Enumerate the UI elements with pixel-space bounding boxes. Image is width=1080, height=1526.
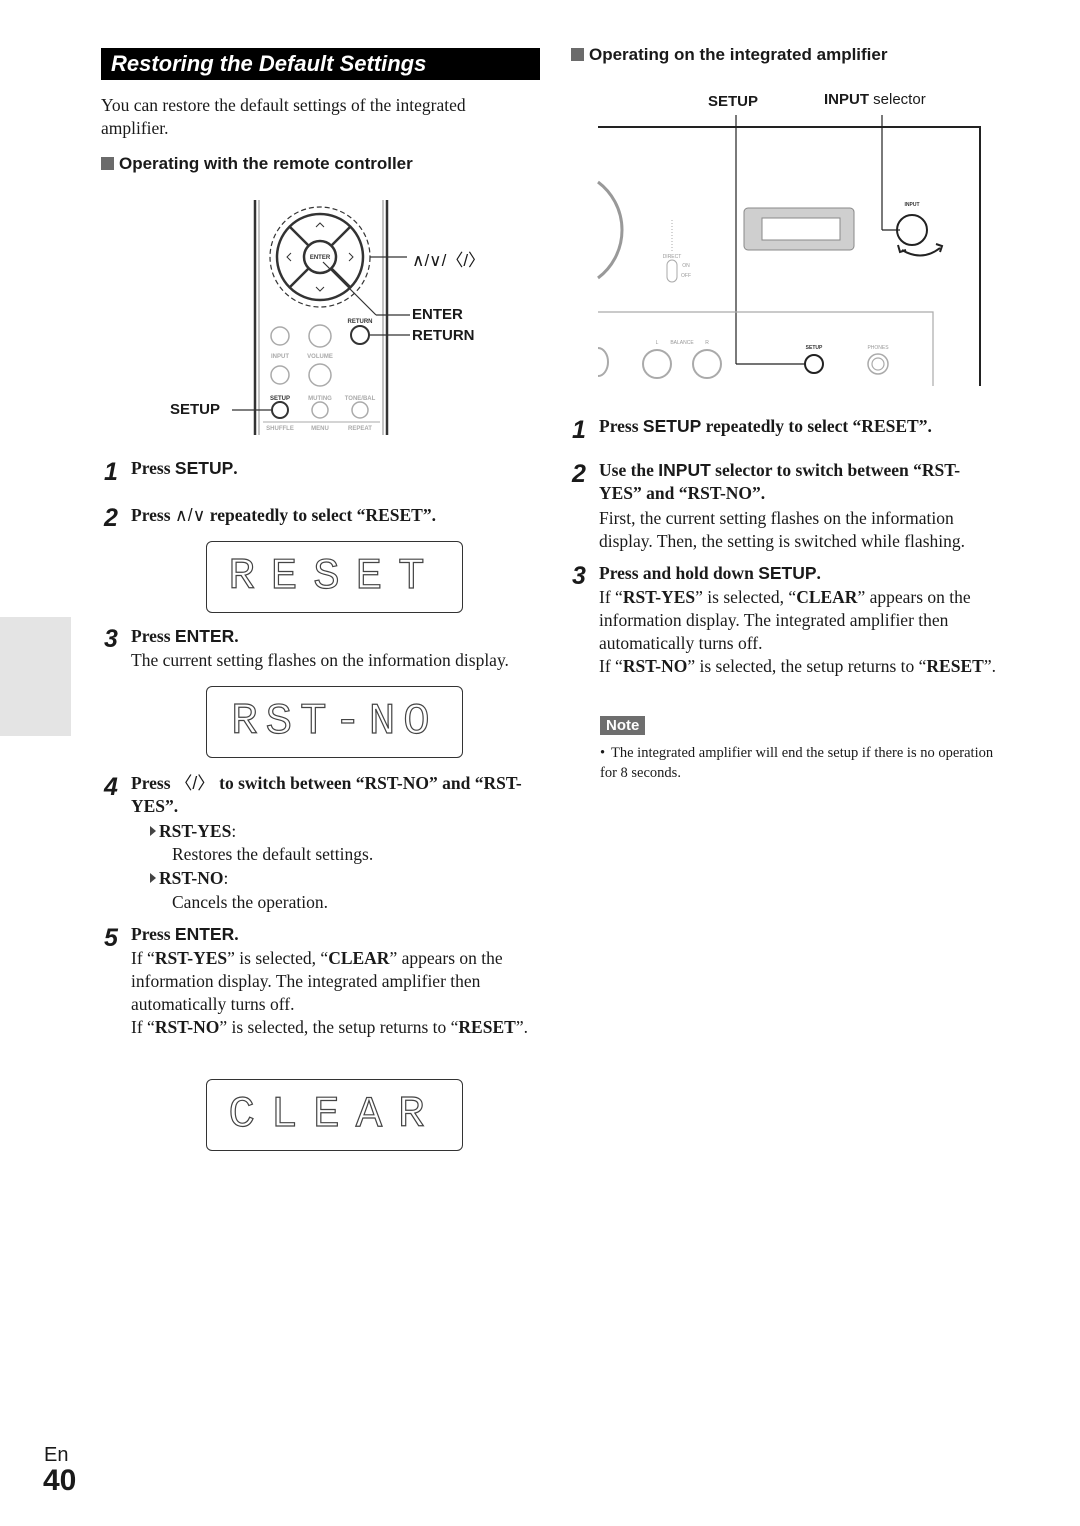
remote-step-1: Press SETUP.: [131, 458, 238, 478]
page-number: 40: [43, 1464, 77, 1497]
remote-step-5: Press ENTER.: [131, 924, 239, 944]
note-badge: Note: [600, 716, 646, 735]
amp-front-panel-illustration: INPUT DIRECT ON OFF L BALANCE R SETUP PH…: [597, 115, 981, 386]
remote-heading-text: Operating with the remote controller: [119, 154, 413, 173]
tonebal-key-label: TONE/BAL: [345, 396, 376, 402]
amp-step-2: Use the INPUT selector to switch between…: [599, 460, 961, 503]
panel-balance-label: BALANCE: [670, 340, 694, 346]
panel-input-label: INPUT: [905, 202, 920, 208]
balance-r-knob-icon: [692, 349, 722, 379]
amp-step-2-body: First, the current setting flashes on th…: [599, 508, 965, 551]
remote-step-2: Press ∧/∨ repeatedly to select “RESET”.: [131, 505, 436, 525]
panel-on-label: ON: [682, 263, 690, 269]
remote-step-3-body: The current setting flashes on the infor…: [131, 650, 509, 670]
step-number: 2: [572, 460, 586, 488]
input-key-label: INPUT: [271, 354, 289, 360]
remote-heading: Operating with the remote controller: [101, 154, 413, 174]
amp-step-1: Press SETUP repeatedly to select “RESET”…: [599, 416, 932, 436]
arrow-keys-callout: ∧/∨/〈/〉: [412, 251, 486, 270]
step-number: 3: [572, 562, 586, 590]
display-text: RST-NO: [231, 696, 438, 747]
amp-heading: Operating on the integrated amplifier: [571, 45, 887, 65]
section-title: Restoring the Default Settings: [101, 48, 540, 80]
repeat-key-label: REPEAT: [348, 426, 372, 432]
amp-step-3: Press and hold down SETUP.: [599, 563, 821, 583]
volume-key-label: VOLUME: [307, 354, 333, 360]
enter-key-label: ENTER: [310, 255, 331, 261]
amp-setup-callout: SETUP: [708, 93, 759, 110]
shuffle-key-label: SHUFFLE: [266, 426, 294, 432]
direct-switch-icon: [666, 259, 678, 283]
option-rst-yes-desc: Restores the default settings.: [172, 844, 374, 864]
muting-key-label: MUTING: [308, 396, 332, 402]
note-item: • The integrated amplifier will end the s…: [600, 745, 994, 781]
display-text: CLEAR: [228, 1089, 441, 1140]
step-number: 5: [104, 924, 118, 952]
amp-panel-outline: [598, 126, 981, 386]
step-number: 3: [104, 625, 118, 653]
panel-l-label: L: [656, 340, 659, 346]
amp-input-callout: INPUT selector: [824, 91, 926, 108]
amp-heading-text: Operating on the integrated amplifier: [589, 45, 888, 64]
square-bullet-icon: [571, 48, 584, 61]
amp-step-3-body: If “RST-YES” is selected, “CLEAR” appear…: [599, 587, 996, 676]
bullet-icon: •: [600, 745, 606, 761]
triangle-bullet-icon: [150, 873, 156, 883]
display-reset: RESET: [206, 541, 463, 613]
remote-step-3: Press ENTER.: [131, 626, 239, 646]
square-bullet-icon: [101, 157, 114, 170]
side-tab: [0, 617, 71, 736]
panel-direct-label: DIRECT: [663, 254, 682, 260]
option-rst-no: RST-NO:: [150, 867, 228, 890]
return-callout: RETURN: [412, 327, 475, 344]
menu-key-label: MENU: [311, 426, 329, 432]
intro-text: You can restore the default settings of …: [101, 95, 466, 138]
panel-setup-label: SETUP: [806, 345, 823, 351]
step-number: 4: [104, 773, 118, 801]
step-number: 1: [104, 458, 118, 486]
panel-phones-label: PHONES: [867, 345, 889, 351]
setup-key-icon: [271, 401, 289, 419]
balance-l-knob-icon: [642, 349, 672, 379]
amp-setup-button-icon: [804, 354, 824, 374]
display-rst-no: RST-NO: [206, 686, 463, 758]
return-key-icon: [350, 325, 370, 345]
display-text: RESET: [228, 551, 441, 602]
setup-key-label: SETUP: [270, 396, 290, 402]
return-key-label: RETURN: [348, 319, 373, 325]
enter-callout: ENTER: [412, 306, 463, 323]
option-rst-no-desc: Cancels the operation.: [172, 892, 328, 912]
input-selector-knob-icon: [896, 214, 928, 246]
display-clear: CLEAR: [206, 1079, 463, 1151]
volume-knob-icon: [597, 180, 624, 280]
panel-off-label: OFF: [681, 273, 691, 279]
remote-step-5-body: If “RST-YES” is selected, “CLEAR” appear…: [131, 948, 528, 1037]
step-number: 2: [104, 504, 118, 532]
phones-jack-icon: [867, 353, 889, 375]
triangle-bullet-icon: [150, 826, 156, 836]
option-rst-yes: RST-YES:: [150, 820, 236, 843]
remote-step-4: Press 〈/〉 to switch between “RST-NO” and…: [131, 773, 522, 816]
setup-callout: SETUP: [170, 401, 221, 418]
panel-r-label: R: [705, 340, 709, 346]
step-number: 1: [572, 416, 586, 444]
